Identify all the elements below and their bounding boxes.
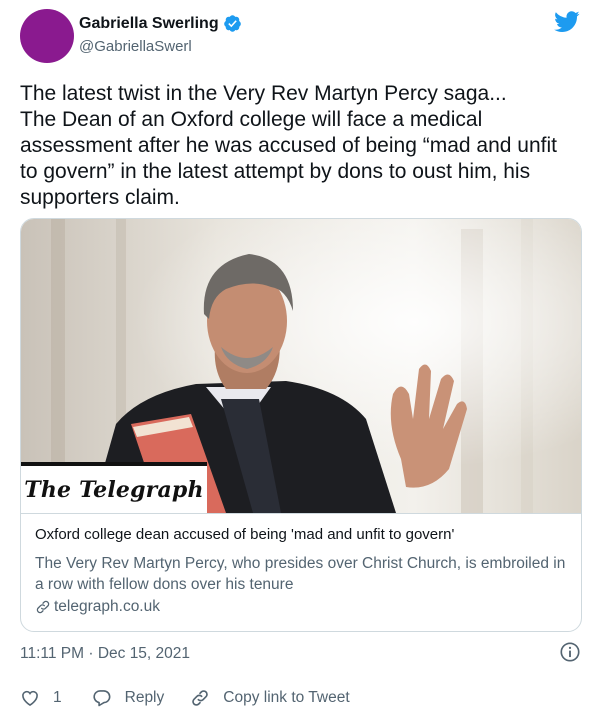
card-domain[interactable]: telegraph.co.uk	[54, 598, 160, 616]
copy-link-icon	[192, 690, 209, 706]
heart-icon	[22, 690, 38, 707]
card-description: The Very Rev Martyn Percy, who presides …	[35, 555, 566, 593]
reply-label: Reply	[124, 689, 165, 706]
avatar[interactable]	[20, 9, 74, 63]
verified-badge-icon	[223, 15, 241, 32]
reply-button[interactable]: Reply	[92, 688, 165, 708]
card-title[interactable]: Oxford college dean accused of being 'ma…	[35, 526, 454, 543]
info-icon[interactable]	[559, 641, 581, 663]
copy-link-label: Copy link to Tweet	[223, 689, 350, 706]
tweet-text-line-2: The Dean of an Oxford college will face …	[20, 108, 557, 209]
publisher-logo-text: The Telegraph	[24, 476, 204, 503]
link-icon	[36, 600, 50, 614]
card-image[interactable]: The Telegraph	[21, 219, 581, 513]
author-name-row[interactable]: Gabriella Swerling	[79, 14, 242, 33]
tweet: Gabriella Swerling @GabriellaSwerl The l…	[0, 0, 594, 717]
timestamp[interactable]: 11:11 PM · Dec 15, 2021	[20, 645, 190, 663]
link-card[interactable]: The Telegraph Oxford college dean accuse…	[20, 218, 582, 632]
tweet-text: The latest twist in the Very Rev Martyn …	[20, 81, 580, 211]
card-divider	[21, 513, 581, 514]
like-button[interactable]: 1	[20, 688, 62, 708]
copy-link-button[interactable]: Copy link to Tweet	[190, 688, 350, 708]
reply-icon	[93, 690, 111, 707]
publisher-logo: The Telegraph	[21, 462, 207, 513]
action-bar: 1 Reply Copy link to Tweet	[20, 686, 350, 710]
card-domain-row[interactable]: telegraph.co.uk	[35, 598, 160, 616]
twitter-bird-icon[interactable]	[554, 11, 580, 33]
tweet-text-line-1: The latest twist in the Very Rev Martyn …	[20, 82, 507, 105]
like-count: 1	[53, 689, 62, 706]
author-handle[interactable]: @GabriellaSwerl	[79, 38, 192, 55]
author-name[interactable]: Gabriella Swerling	[79, 15, 219, 33]
